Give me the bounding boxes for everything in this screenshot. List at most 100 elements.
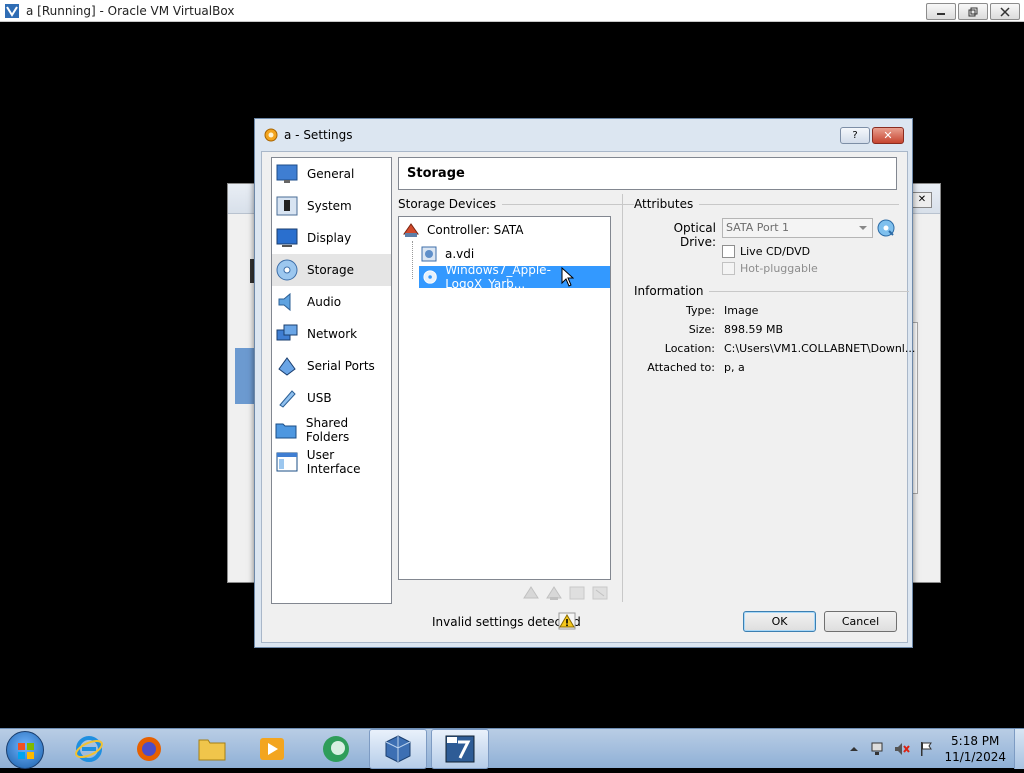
restore-button[interactable] xyxy=(958,3,988,20)
category-serial-ports[interactable]: Serial Ports xyxy=(272,350,391,382)
header-divider xyxy=(502,203,635,205)
taskbar-tool-app[interactable] xyxy=(307,729,365,769)
show-hidden-icons-icon[interactable] xyxy=(848,743,860,755)
type-label: Type: xyxy=(686,304,715,317)
choose-disk-icon[interactable] xyxy=(876,218,896,238)
background-window-close-button[interactable]: ✕ xyxy=(912,192,932,208)
optical-drive-label: Optical Drive: xyxy=(673,221,716,249)
show-desktop-button[interactable] xyxy=(1014,729,1024,769)
dialog-close-button[interactable]: ✕ xyxy=(872,127,904,144)
category-label: Display xyxy=(307,231,352,245)
category-shared-folders[interactable]: Shared Folders xyxy=(272,414,391,446)
taskbar-media-player[interactable] xyxy=(243,729,301,769)
attachment-label: a.vdi xyxy=(445,247,475,261)
network-tray-icon[interactable] xyxy=(870,741,886,757)
category-usb[interactable]: USB xyxy=(272,382,391,414)
attributes-label: Attributes xyxy=(634,197,694,211)
live-cd-checkbox[interactable]: Live CD/DVD xyxy=(722,245,810,258)
minimize-icon xyxy=(937,12,945,15)
optical-drive-value: SATA Port 1 xyxy=(726,221,790,234)
size-value: 898.59 MB xyxy=(724,323,784,336)
information-header: Information xyxy=(634,284,910,298)
taskbar-internet-explorer[interactable] xyxy=(60,729,118,769)
category-label: USB xyxy=(307,391,332,405)
chevron-down-icon xyxy=(859,226,867,230)
attachment-windows7-iso[interactable]: Windows7_Apple-LogoX_Yarb... xyxy=(419,263,610,291)
ok-button[interactable]: OK xyxy=(743,611,816,632)
audio-icon xyxy=(275,290,299,314)
minimize-button[interactable] xyxy=(926,3,956,20)
storage-tree: Controller: SATA a.vdi Windows7_Apple-Lo… xyxy=(398,216,611,580)
category-audio[interactable]: Audio xyxy=(272,286,391,318)
controller-icon xyxy=(403,223,419,237)
header-divider xyxy=(709,290,910,292)
category-label: Shared Folders xyxy=(305,416,350,444)
type-value: Image xyxy=(724,304,759,317)
category-label: Storage xyxy=(307,263,354,277)
category-label: Network xyxy=(307,327,358,341)
checkbox-box xyxy=(722,262,735,275)
category-label: User Interface xyxy=(306,448,361,476)
category-list: General System Display Storage Audio Net… xyxy=(271,157,392,604)
help-button[interactable]: ? xyxy=(840,127,870,144)
category-system[interactable]: System xyxy=(272,190,391,222)
start-button[interactable] xyxy=(6,731,44,769)
warning-icon[interactable] xyxy=(558,612,576,630)
category-label: Audio xyxy=(307,295,342,309)
attached-to-value: p, a xyxy=(724,361,745,374)
taskbar-file-explorer[interactable] xyxy=(183,729,241,769)
category-general[interactable]: General xyxy=(272,158,391,190)
add-attachment-icon[interactable] xyxy=(568,584,586,602)
attachment-a-vdi[interactable]: a.vdi xyxy=(421,243,608,265)
hard-disk-icon xyxy=(421,246,437,262)
page-title: Storage xyxy=(398,157,897,190)
restore-icon xyxy=(968,7,978,16)
usb-icon xyxy=(275,386,299,410)
hot-pluggable-checkbox[interactable]: Hot-pluggable xyxy=(722,262,818,275)
category-display[interactable]: Display xyxy=(272,222,391,254)
general-icon xyxy=(275,162,299,186)
shared-folders-icon xyxy=(275,418,298,442)
storage-icon xyxy=(275,258,299,282)
close-icon xyxy=(1000,6,1010,17)
system-icon xyxy=(275,194,299,218)
taskbar: 5:18 PM 11/1/2024 xyxy=(0,728,1024,769)
taskbar-vm-running[interactable] xyxy=(431,729,489,769)
close-window-button[interactable] xyxy=(990,3,1020,20)
remove-attachment-icon[interactable] xyxy=(591,584,609,602)
controller-sata-node[interactable]: Controller: SATA xyxy=(403,219,608,241)
category-storage[interactable]: Storage xyxy=(272,254,391,286)
settings-gear-icon xyxy=(264,128,278,142)
size-label: Size: xyxy=(688,323,715,336)
dialog-title: a - Settings xyxy=(284,128,353,142)
action-center-flag-icon[interactable] xyxy=(918,741,934,757)
hot-pluggable-label: Hot-pluggable xyxy=(740,262,818,275)
add-controller-icon[interactable] xyxy=(522,584,540,602)
serial-ports-icon xyxy=(275,354,299,378)
virtualbox-cube-icon xyxy=(385,735,411,763)
category-user-interface[interactable]: User Interface xyxy=(272,446,391,478)
cancel-button[interactable]: Cancel xyxy=(824,611,897,632)
clock[interactable]: 5:18 PM 11/1/2024 xyxy=(944,733,1006,765)
checkbox-box xyxy=(722,245,735,258)
optical-drive-select[interactable]: SATA Port 1 xyxy=(722,218,873,238)
virtualbox-icon xyxy=(5,3,19,18)
attachment-label: Windows7_Apple-LogoX_Yarb... xyxy=(445,263,551,291)
background-window-selection xyxy=(235,348,255,404)
media-player-icon xyxy=(260,738,284,760)
taskbar-virtualbox[interactable] xyxy=(369,729,427,769)
attached-to-label: Attached to: xyxy=(647,361,715,374)
remove-controller-icon[interactable] xyxy=(545,584,563,602)
category-network[interactable]: Network xyxy=(272,318,391,350)
storage-devices-header: Storage Devices xyxy=(398,197,635,211)
location-value: C:\Users\VM1.COLLABNET\Downl... xyxy=(724,342,916,355)
windows7-vm-icon xyxy=(445,735,475,763)
display-icon xyxy=(275,226,299,250)
live-cd-label: Live CD/DVD xyxy=(740,245,811,258)
volume-muted-icon[interactable] xyxy=(894,741,911,757)
host-window-title: a [Running] - Oracle VM VirtualBox xyxy=(26,3,235,18)
tree-connector xyxy=(412,241,413,279)
taskbar-firefox[interactable] xyxy=(120,729,178,769)
system-tray: 5:18 PM 11/1/2024 xyxy=(848,729,1024,769)
storage-devices-label: Storage Devices xyxy=(398,197,497,211)
